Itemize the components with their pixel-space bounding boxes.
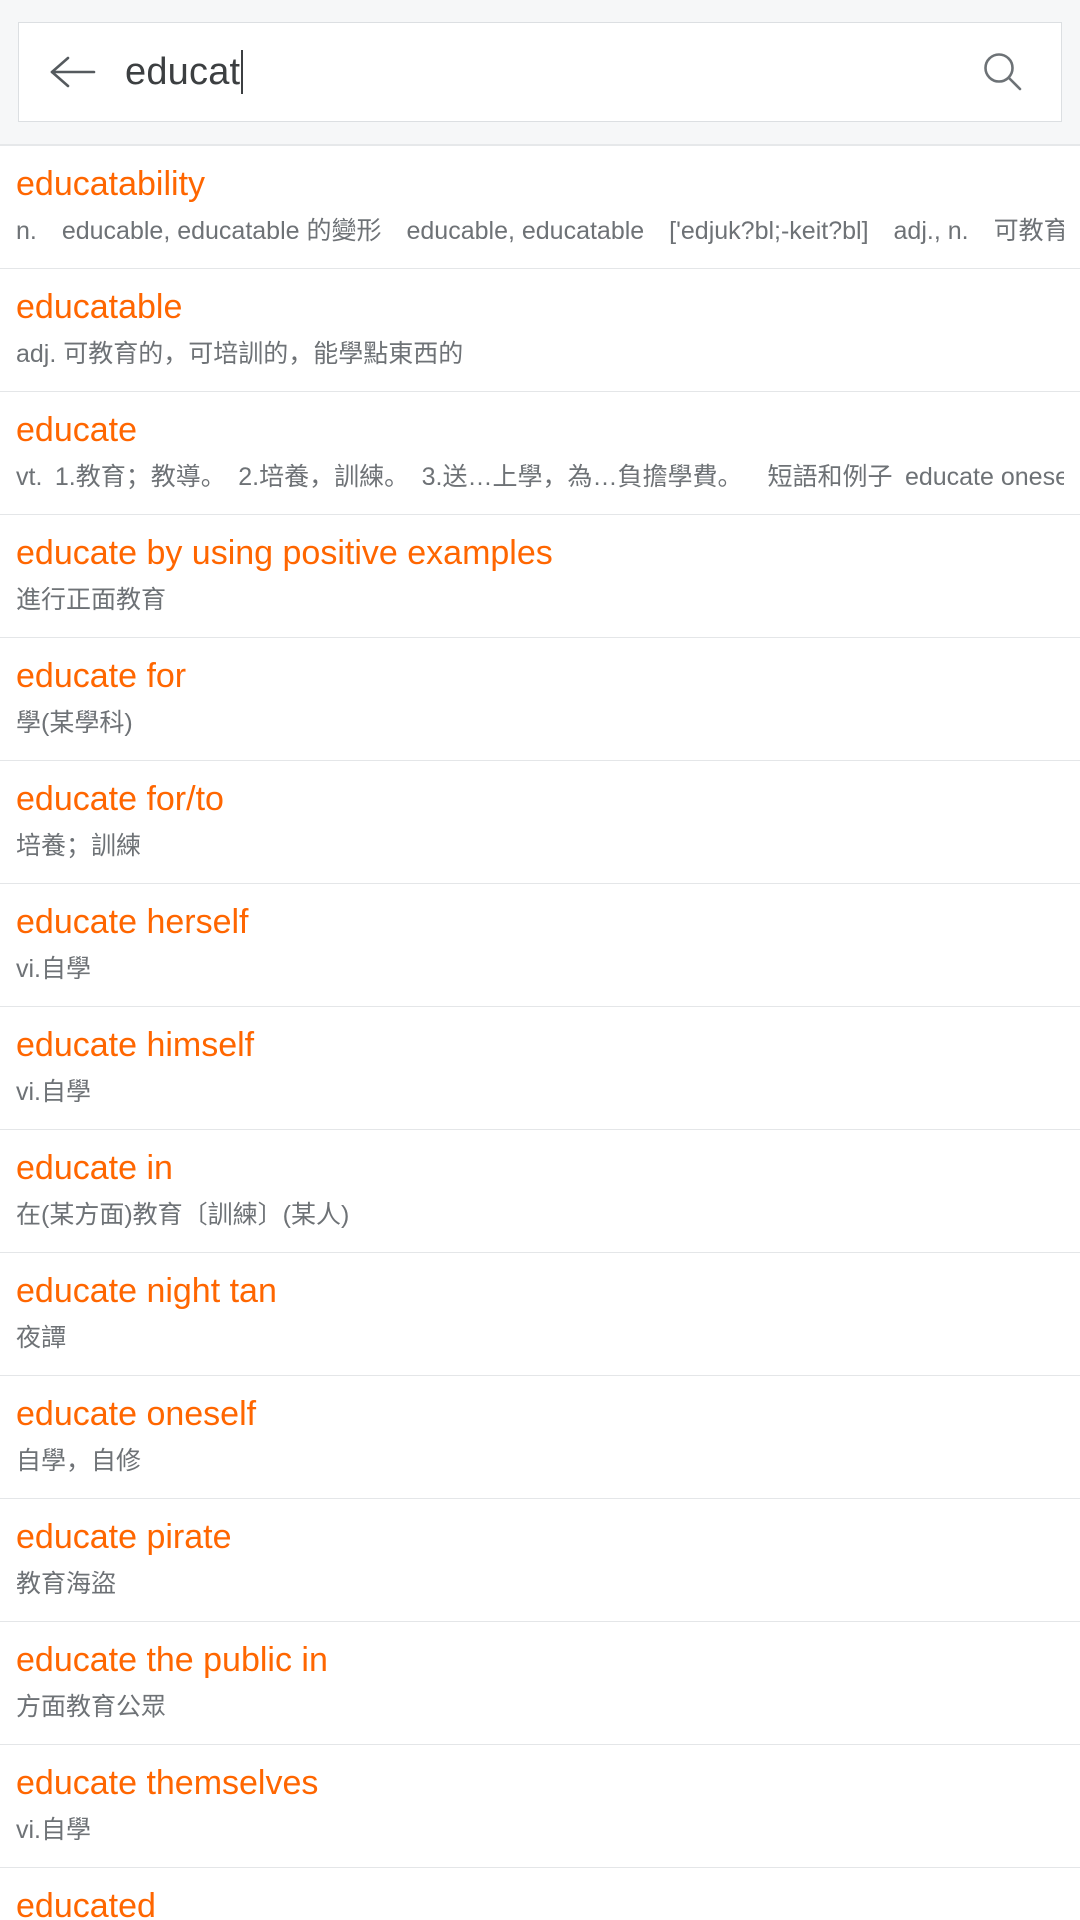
list-item[interactable]: educate themselves vi.自學 [0,1745,1080,1868]
result-definition: 進行正面教育 [16,586,167,614]
search-input[interactable]: educat [103,50,971,94]
result-definition: vi.自學 [16,1078,92,1106]
result-term: educate the public in [16,1641,328,1679]
result-definition: n. educable, educatable 的變形 educable, ed… [16,217,1064,245]
result-term: educated [16,1887,156,1920]
list-item[interactable]: educate himself vi.自學 [0,1007,1080,1130]
result-term: educate night tan [16,1272,277,1310]
list-item[interactable]: educate in 在(某方面)教育〔訓練〕(某人) [0,1130,1080,1253]
result-definition: 教育海盜 [16,1570,117,1598]
list-item[interactable]: educate oneself 自學，自修 [0,1376,1080,1499]
list-item[interactable]: educate by using positive examples 進行正面教… [0,515,1080,638]
search-bar[interactable]: educat [18,22,1062,122]
result-term: educate oneself [16,1395,257,1433]
back-arrow-icon[interactable] [41,41,103,103]
result-term: educate [16,411,137,449]
result-term: educatable [16,288,183,326]
dictionary-search-screen: educat educatability n. educable, educat… [0,0,1080,1920]
list-item[interactable]: educate vt. 1.教育；教導。 2.培養，訓練。 3.送…上學，為…負… [0,392,1080,515]
result-term: educate pirate [16,1518,232,1556]
result-definition: 方面教育公眾 [16,1693,167,1721]
list-item[interactable]: educatability n. educable, educatable 的變… [0,146,1080,269]
result-definition: 夜譚 [16,1324,67,1352]
text-cursor [241,50,244,94]
list-item[interactable]: educate herself vi.自學 [0,884,1080,1007]
result-term: educate for/to [16,780,224,818]
result-term: educate herself [16,903,249,941]
result-definition: vi.自學 [16,1816,92,1844]
search-results-list: educatability n. educable, educatable 的變… [0,146,1080,1920]
list-item[interactable]: educated 培養 受過教育的, 有教養的 受過良好教育的 知識份子 [0,1868,1080,1920]
result-definition: adj. 可教育的，可培訓的，能學點東西的 [16,340,464,368]
list-item[interactable]: educate pirate 教育海盜 [0,1499,1080,1622]
list-item[interactable]: educate the public in 方面教育公眾 [0,1622,1080,1745]
search-icon[interactable] [971,40,1035,104]
result-term: educate themselves [16,1764,319,1802]
list-item[interactable]: educate night tan 夜譚 [0,1253,1080,1376]
result-definition: 學(某學科) [16,709,133,737]
result-term: educate in [16,1149,173,1187]
search-input-value: educat [125,50,241,93]
result-term: educate himself [16,1026,255,1064]
result-term: educate for [16,657,187,695]
result-definition: 培養；訓練 [16,832,142,860]
list-item[interactable]: educatable adj. 可教育的，可培訓的，能學點東西的 [0,269,1080,392]
search-header: educat [0,0,1080,146]
result-definition: vi.自學 [16,955,92,983]
list-item[interactable]: educate for 學(某學科) [0,638,1080,761]
result-definition: 在(某方面)教育〔訓練〕(某人) [16,1201,350,1229]
result-term: educate by using positive examples [16,534,553,572]
list-item[interactable]: educate for/to 培養；訓練 [0,761,1080,884]
result-definition: 自學，自修 [16,1447,142,1475]
result-definition: vt. 1.教育；教導。 2.培養，訓練。 3.送…上學，為…負擔學費。 短語和… [16,463,1064,491]
result-term: educatability [16,165,206,203]
